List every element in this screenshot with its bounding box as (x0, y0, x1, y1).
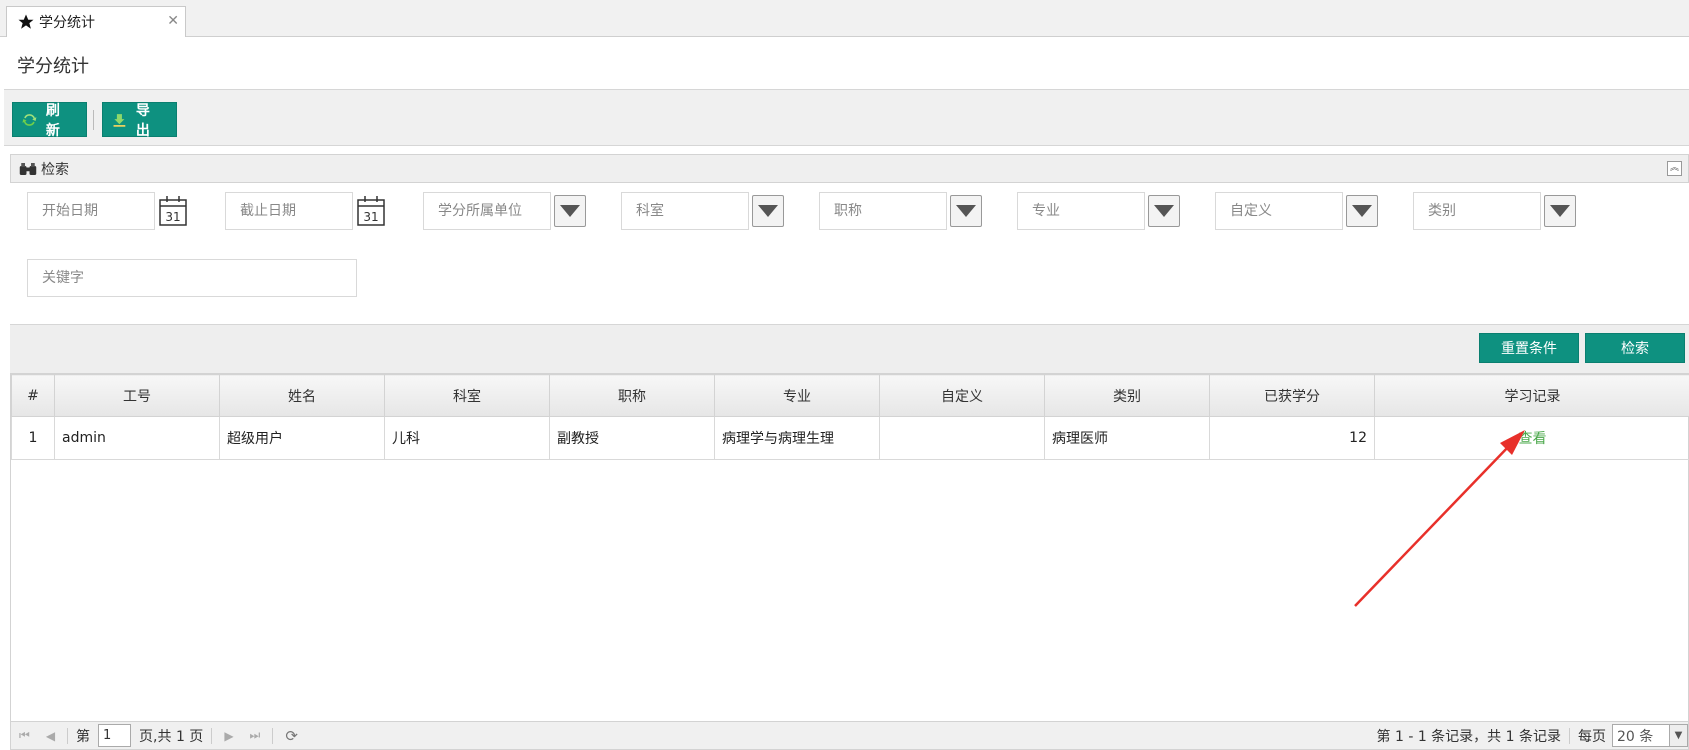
pager-right: 第 1 - 1 条记录，共 1 条记录 每页 20 条 ▼ (1377, 722, 1688, 749)
pager-separator (272, 727, 274, 744)
pagination-bar: ⏮ ◀ 第 1 页,共 1 页 ▶ ⏭ ⟳ 第 1 - 1 条记录，共 1 条记… (10, 721, 1689, 750)
end-date-field[interactable] (238, 202, 340, 220)
toolbar-separator (93, 110, 94, 130)
calendar-icon[interactable]: 31 (158, 195, 188, 227)
svg-text:31: 31 (363, 210, 378, 224)
pager-separator (67, 727, 69, 744)
prev-page-icon[interactable]: ◀ (46, 729, 55, 743)
dropdown-arrow-icon[interactable] (1346, 195, 1378, 227)
column-header-index[interactable]: # (11, 374, 55, 417)
column-header-dept[interactable]: 科室 (384, 374, 550, 417)
export-label: 导出 (135, 102, 150, 139)
search-button[interactable]: 检索 (1585, 333, 1685, 363)
page-total: 页,共 1 页 (139, 728, 204, 745)
last-page-icon[interactable]: ⏭ (250, 728, 261, 743)
cell-category: 病理医师 (1044, 416, 1210, 460)
custom-select[interactable] (1215, 192, 1343, 230)
dept-field[interactable] (634, 202, 736, 220)
search-panel-title: 检索 (41, 161, 69, 178)
table-row[interactable]: 1 admin 超级用户 儿科 副教授 病理学与病理生理 病理医师 12 查看 (11, 416, 1689, 460)
major-select[interactable] (1017, 192, 1145, 230)
cell-dept: 儿科 (384, 416, 550, 460)
unit-field[interactable] (436, 202, 538, 220)
page-prefix: 第 (76, 728, 91, 745)
tab-label: 学分统计 (39, 15, 95, 31)
pager-separator (1569, 727, 1570, 744)
cell-name: 超级用户 (219, 416, 385, 460)
start-date-input[interactable] (27, 192, 155, 230)
close-icon[interactable]: ✕ (167, 13, 179, 29)
dropdown-arrow-icon[interactable] (950, 195, 982, 227)
column-header-custom[interactable]: 自定义 (879, 374, 1045, 417)
cell-major: 病理学与病理生理 (714, 416, 880, 460)
dropdown-arrow-icon[interactable] (1544, 195, 1576, 227)
cell-index: 1 (11, 416, 55, 460)
dropdown-arrow-icon[interactable] (554, 195, 586, 227)
keyword-input[interactable] (27, 259, 357, 297)
next-page-icon[interactable]: ▶ (224, 729, 233, 743)
chevron-down-icon[interactable]: ▼ (1669, 725, 1687, 746)
toolbar: 刷新 导出 (4, 90, 1689, 146)
calendar-icon[interactable]: 31 (356, 195, 386, 227)
unit-select[interactable] (423, 192, 551, 230)
table-header-row: # 工号 姓名 科室 职称 专业 自定义 类别 已获学分 学习记录 (11, 374, 1689, 417)
svg-text:31: 31 (165, 210, 180, 224)
refresh-button[interactable]: 刷新 (12, 102, 87, 139)
download-icon (113, 113, 126, 127)
export-button[interactable]: 导出 (102, 102, 177, 139)
search-panel-header: 检索 ︽ (10, 154, 1689, 183)
title-select[interactable] (819, 192, 947, 230)
reset-button[interactable]: 重置条件 (1479, 333, 1579, 363)
page-title: 学分统计 (17, 56, 89, 77)
column-header-emp-id[interactable]: 工号 (54, 374, 220, 417)
per-page-label: 每页 (1578, 728, 1606, 745)
tab-strip: 学分统计 ✕ (0, 0, 1689, 37)
view-record-link[interactable]: 查看 (1519, 431, 1547, 447)
refresh-icon (22, 113, 37, 126)
custom-field[interactable] (1228, 202, 1330, 220)
data-grid: # 工号 姓名 科室 职称 专业 自定义 类别 已获学分 学习记录 1 admi… (10, 373, 1689, 721)
tab-credit-stats[interactable]: 学分统计 ✕ (6, 6, 186, 37)
pager-separator (211, 727, 213, 744)
data-table: # 工号 姓名 科室 职称 专业 自定义 类别 已获学分 学习记录 1 admi… (11, 374, 1689, 460)
refresh-label: 刷新 (45, 102, 60, 139)
cell-record: 查看 (1374, 416, 1689, 460)
binoculars-icon (19, 162, 37, 175)
category-select[interactable] (1413, 192, 1541, 230)
collapse-icon[interactable]: ︽ (1667, 161, 1682, 176)
cell-custom (879, 416, 1045, 460)
star-icon (18, 14, 34, 29)
column-header-credits[interactable]: 已获学分 (1209, 374, 1375, 417)
page-number-input[interactable]: 1 (98, 724, 132, 747)
end-date-input[interactable] (225, 192, 353, 230)
first-page-icon[interactable]: ⏮ (19, 728, 30, 743)
cell-credits: 12 (1209, 416, 1375, 460)
major-field[interactable] (1030, 202, 1132, 220)
reload-icon[interactable]: ⟳ (285, 727, 298, 745)
record-summary: 第 1 - 1 条记录，共 1 条记录 (1376, 728, 1561, 745)
column-header-major[interactable]: 专业 (714, 374, 880, 417)
category-field[interactable] (1426, 202, 1528, 220)
keyword-field[interactable] (40, 269, 344, 287)
cell-emp-id: admin (54, 416, 220, 460)
column-header-title[interactable]: 职称 (549, 374, 715, 417)
dropdown-arrow-icon[interactable] (1148, 195, 1180, 227)
column-header-record[interactable]: 学习记录 (1374, 374, 1689, 417)
dept-select[interactable] (621, 192, 749, 230)
title-field[interactable] (832, 202, 934, 220)
per-page-select[interactable]: 20 条 ▼ (1612, 724, 1688, 747)
search-action-bar: 重置条件 检索 (10, 325, 1689, 373)
per-page-value: 20 条 (1617, 728, 1654, 745)
column-header-name[interactable]: 姓名 (219, 374, 385, 417)
dropdown-arrow-icon[interactable] (752, 195, 784, 227)
column-header-category[interactable]: 类别 (1044, 374, 1210, 417)
start-date-field[interactable] (40, 202, 142, 220)
cell-title: 副教授 (549, 416, 715, 460)
